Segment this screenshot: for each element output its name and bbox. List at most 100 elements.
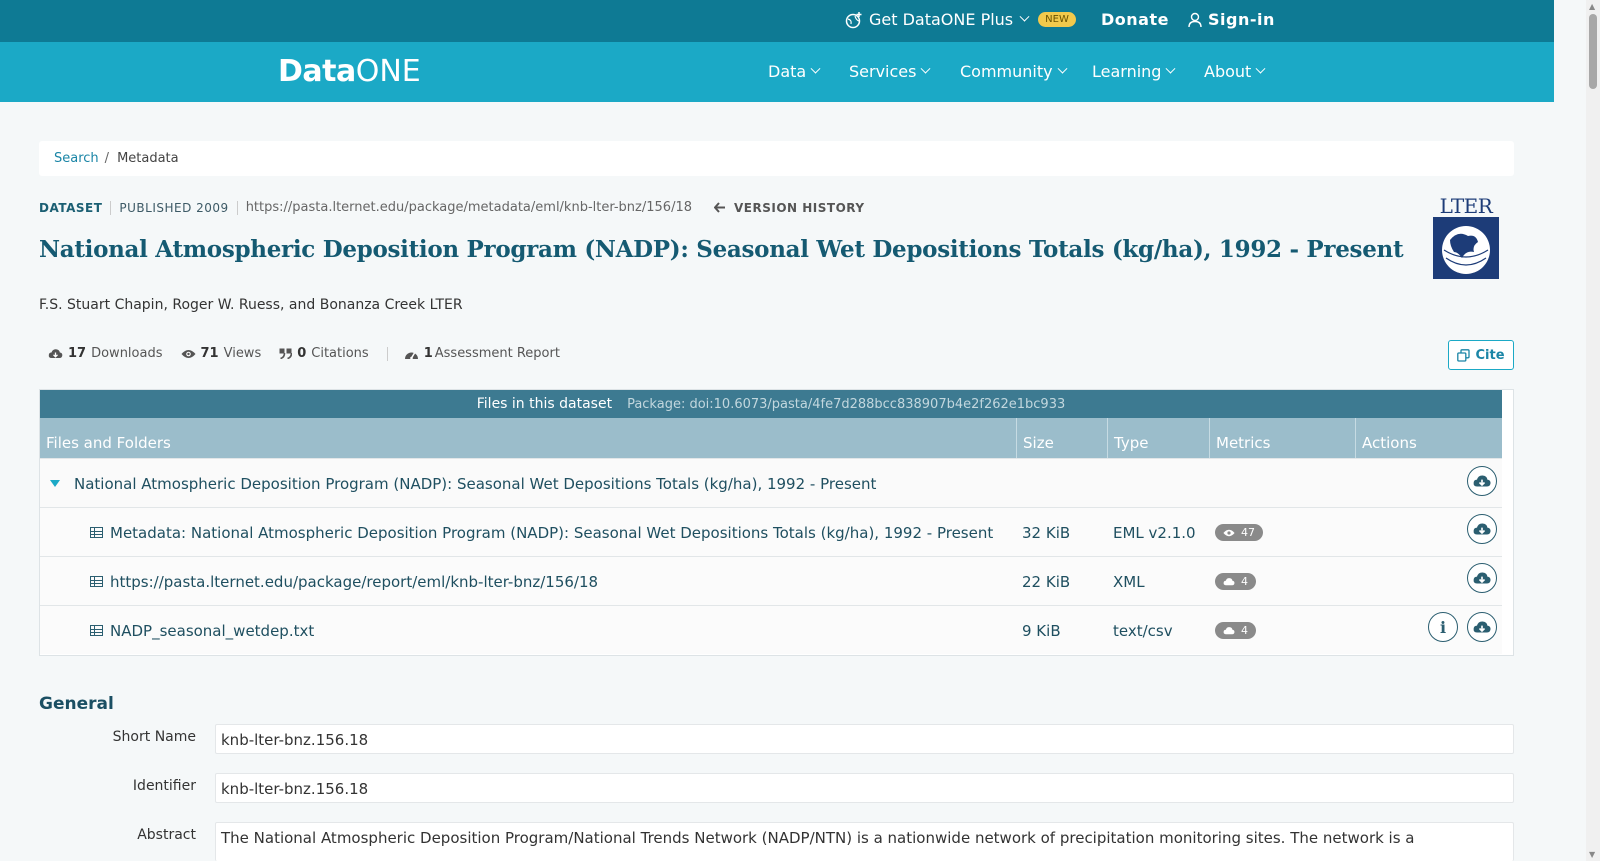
file-metric: 47	[1215, 508, 1263, 557]
scroll-up-icon[interactable]: ▲	[1589, 2, 1595, 11]
file-size: 9 KiB	[1022, 621, 1061, 640]
version-history-link[interactable]: VERSION HISTORY	[714, 201, 865, 215]
chevron-down-icon	[1255, 63, 1266, 74]
lter-logo-text: LTER	[1439, 194, 1493, 218]
cloud-download-icon	[1473, 474, 1491, 486]
views-stat[interactable]: 71 Views	[181, 346, 262, 361]
donate-link[interactable]: Donate	[1101, 10, 1169, 29]
file-metric: 4	[1215, 557, 1256, 606]
nav-about-label: About	[1204, 62, 1252, 81]
main-navbar: DataONE Data Services Community Learning…	[0, 42, 1554, 102]
divider	[110, 200, 112, 215]
get-dataone-plus-menu[interactable]: Get DataONE Plus NEW	[845, 10, 1076, 29]
column-type[interactable]: Type	[1108, 418, 1210, 458]
cloud-download-icon	[1473, 571, 1491, 583]
file-name-cell[interactable]: NADP_seasonal_wetdep.txt	[90, 606, 314, 655]
abstract-label: Abstract	[137, 827, 196, 843]
table-icon	[90, 576, 103, 587]
dataset-type-label: DATASET	[39, 200, 103, 215]
dataset-stats: 17 Downloads 71 Views 0 Citations 1 Assessme…	[48, 346, 578, 361]
downloads-badge: 4	[1215, 622, 1256, 639]
downloads-count: 17	[68, 346, 87, 361]
downloads-metric-count: 4	[1241, 575, 1248, 588]
dataset-url: https://pasta.lternet.edu/package/metada…	[245, 200, 692, 215]
sign-in-label: Sign-in	[1208, 10, 1275, 29]
sign-in-link[interactable]: Sign-in	[1188, 10, 1275, 29]
table-row[interactable]: Metadata: National Atmospheric Depositio…	[40, 507, 1502, 556]
quote-icon	[279, 348, 293, 359]
file-size: 32 KiB	[1022, 523, 1071, 542]
identifier-field: knb-lter-bnz.156.18	[215, 773, 1514, 803]
files-table-header: Files in this dataset Package: doi:10.60…	[40, 390, 1502, 418]
breadcrumb-separator: /	[104, 151, 110, 166]
cloud-download-icon	[48, 348, 63, 358]
download-button[interactable]	[1467, 563, 1497, 593]
dataset-title: National Atmospheric Deposition Program …	[39, 236, 1404, 263]
published-label: PUBLISHED 2009	[119, 200, 229, 215]
column-metrics[interactable]: Metrics	[1210, 418, 1356, 458]
nav-learning[interactable]: Learning	[1092, 62, 1176, 81]
assessment-report-stat[interactable]: 1 Assessment Report	[404, 346, 560, 361]
files-heading: Files in this dataset	[476, 396, 613, 412]
lter-logo: LTER	[1432, 196, 1500, 282]
cite-button[interactable]: Cite	[1448, 340, 1514, 370]
citations-stat[interactable]: 0 Citations	[279, 346, 369, 361]
file-name: https://pasta.lternet.edu/package/report…	[110, 572, 599, 591]
cloud-download-icon	[1473, 522, 1491, 534]
download-button[interactable]	[1467, 612, 1497, 642]
logo-one-text: ONE	[355, 54, 421, 89]
short-name-field: knb-lter-bnz.156.18	[215, 724, 1514, 754]
file-type: XML	[1113, 572, 1145, 591]
divider	[386, 346, 388, 361]
chevron-down-icon	[810, 63, 821, 74]
nav-about[interactable]: About	[1204, 62, 1266, 81]
file-info-button[interactable]: i	[1428, 612, 1458, 642]
table-icon	[90, 625, 103, 636]
page-scrollbar[interactable]: ▲ ▼	[1586, 0, 1600, 861]
file-metric: 4	[1215, 606, 1256, 655]
files-table: Files in this dataset Package: doi:10.60…	[39, 389, 1514, 656]
nav-data[interactable]: Data	[768, 62, 821, 81]
nav-services[interactable]: Services	[849, 62, 931, 81]
table-row[interactable]: NADP_seasonal_wetdep.txt 9 KiB text/csv …	[40, 605, 1502, 654]
column-size[interactable]: Size	[1017, 418, 1108, 458]
table-row-folder[interactable]: National Atmospheric Deposition Program …	[40, 458, 1502, 507]
file-name: Metadata: National Atmospheric Depositio…	[110, 523, 994, 542]
breadcrumb: Search / Metadata	[39, 141, 1514, 176]
download-button[interactable]	[1467, 514, 1497, 544]
files-column-headers: Files and Folders Size Type Metrics Acti…	[40, 418, 1502, 458]
logo-text: Data	[278, 54, 356, 89]
eye-icon	[181, 349, 195, 358]
downloads-metric-count: 4	[1241, 624, 1248, 637]
arrow-left-icon	[714, 202, 725, 213]
download-all-button[interactable]	[1467, 466, 1497, 496]
views-metric-count: 47	[1241, 526, 1255, 539]
version-history-label: VERSION HISTORY	[734, 200, 865, 215]
breadcrumb-search-link[interactable]: Search	[54, 151, 99, 166]
column-files-and-folders[interactable]: Files and Folders	[40, 418, 1017, 458]
table-row[interactable]: https://pasta.lternet.edu/package/report…	[40, 556, 1502, 605]
nav-community[interactable]: Community	[960, 62, 1068, 81]
dashboard-icon	[404, 352, 418, 359]
dataone-logo[interactable]: DataONE	[278, 54, 421, 89]
scroll-down-icon[interactable]: ▼	[1589, 850, 1595, 859]
cloud-download-icon	[1223, 626, 1235, 634]
collapse-toggle[interactable]	[50, 459, 60, 508]
file-name-cell[interactable]: https://pasta.lternet.edu/package/report…	[90, 557, 598, 606]
views-label: Views	[223, 346, 262, 361]
assessment-count: 1	[423, 346, 433, 361]
file-name-cell[interactable]: Metadata: National Atmospheric Depositio…	[90, 508, 993, 557]
scrollbar-thumb[interactable]	[1589, 14, 1597, 89]
column-actions[interactable]: Actions	[1356, 418, 1502, 458]
new-badge: NEW	[1038, 12, 1076, 27]
file-name: NADP_seasonal_wetdep.txt	[110, 621, 315, 640]
nav-learning-label: Learning	[1092, 62, 1162, 81]
info-icon: i	[1439, 617, 1447, 637]
general-heading: General	[39, 694, 114, 714]
cloud-download-icon	[1473, 620, 1491, 632]
breadcrumb-current: Metadata	[117, 151, 179, 166]
file-type: EML v2.1.0	[1113, 523, 1196, 542]
downloads-stat[interactable]: 17 Downloads	[48, 346, 163, 361]
identifier-label: Identifier	[132, 778, 196, 794]
cite-label: Cite	[1475, 347, 1505, 363]
